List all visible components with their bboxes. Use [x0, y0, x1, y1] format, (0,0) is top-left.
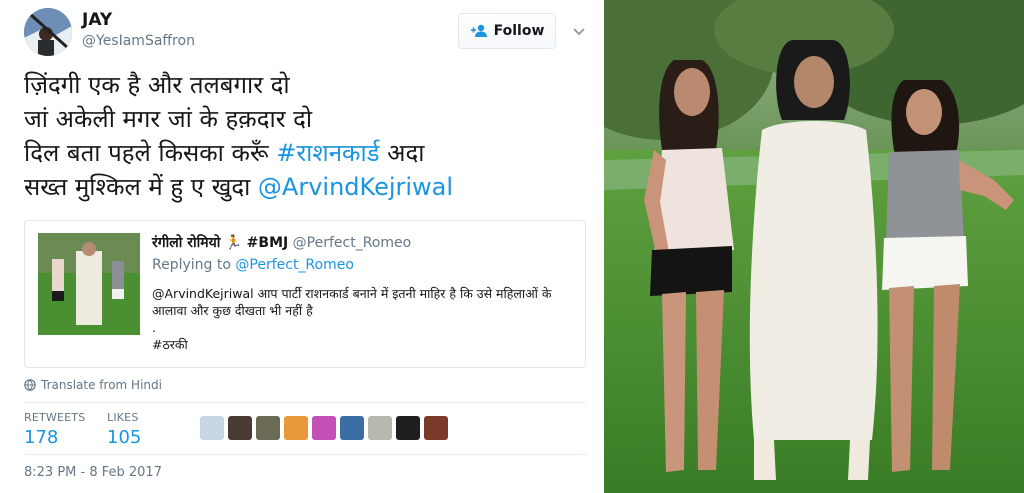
liker-avatar[interactable] [256, 416, 280, 440]
retweets-label: RETWEETS [24, 411, 86, 424]
runner-emoji: 🏃 [224, 235, 243, 251]
tweet-line-4: सख्त मुश्किल में हु ए खुदा @ArvindKejriw… [24, 170, 584, 204]
photo-image [604, 0, 1024, 493]
likes-label: LIKES [107, 411, 139, 424]
tweet-card: JAY @YesIamSaffron Follow ज़िंदगी एक है … [0, 0, 604, 493]
follow-button-label: Follow [493, 23, 545, 39]
quoted-tweet-thumbnail[interactable] [38, 233, 140, 335]
tweet-line-3: दिल बता पहले किसका करूँ #राशनकार्ड अदा [24, 136, 584, 170]
quoted-dot: . [152, 320, 156, 335]
quoted-author-row: रंगीलो रोमियो 🏃 #BMJ @Perfect_Romeo [152, 233, 411, 252]
tweet-line-4-text: सख्त मुश्किल में हु ए खुदा [24, 173, 251, 201]
quoted-line-2: आलावा और कुछ दीखता भी नहीं है [152, 303, 313, 318]
replying-to: Replying to @Perfect_Romeo [152, 257, 354, 273]
replying-to-prefix: Replying to [152, 257, 231, 273]
author-display-name[interactable]: JAY [82, 10, 112, 30]
replying-to-handle[interactable]: @Perfect_Romeo [235, 257, 354, 273]
likes-stat[interactable]: LIKES 105 [107, 411, 141, 448]
divider [24, 454, 586, 455]
quoted-author-tag[interactable]: #BMJ [247, 235, 289, 251]
tweet-line-2: जां अकेली मगर जां के हक़दार दो [24, 105, 313, 133]
author-avatar[interactable] [24, 8, 72, 56]
quoted-hashtag[interactable]: #ठरकी [152, 336, 572, 353]
tweet-line-1: ज़िंदगी एक है और तलबगार दो [24, 71, 290, 99]
globe-icon [24, 379, 36, 391]
hashtag-link[interactable]: #राशनकार्ड [276, 139, 379, 167]
follow-button[interactable]: Follow [458, 13, 556, 49]
tweet-text: ज़िंदगी एक है और तलबगार दो जां अकेली मगर… [24, 68, 584, 204]
avatar-image [24, 8, 72, 56]
quoted-mention[interactable]: @ArvindKejriwal [152, 286, 254, 301]
liker-avatar[interactable] [312, 416, 336, 440]
liker-avatar[interactable] [340, 416, 364, 440]
retweets-stat[interactable]: RETWEETS 178 [24, 411, 85, 448]
tweet-line-3-tail: अदा [387, 139, 425, 167]
mention-link[interactable]: @ArvindKejriwal [258, 173, 453, 201]
translate-link[interactable]: Translate from Hindi [24, 378, 162, 392]
author-handle[interactable]: @YesIamSaffron [82, 33, 195, 49]
quoted-tweet-text: @ArvindKejriwal आप पार्टी राशनकार्ड बनान… [152, 285, 572, 353]
add-user-icon [470, 24, 487, 37]
tweet-line-3-text: दिल बता पहले किसका करूँ [24, 139, 269, 167]
liker-avatar[interactable] [368, 416, 392, 440]
tweet-timestamp[interactable]: 8:23 PM - 8 Feb 2017 [24, 465, 162, 480]
chevron-down-icon[interactable] [568, 20, 590, 42]
liker-avatar[interactable] [200, 416, 224, 440]
liker-avatars [200, 416, 448, 440]
quoted-text-1: आप पार्टी राशनकार्ड बनाने में इतनी माहिर… [257, 286, 552, 301]
attached-photo[interactable] [604, 0, 1024, 493]
liker-avatar[interactable] [424, 416, 448, 440]
translate-label: Translate from Hindi [41, 378, 162, 392]
divider [24, 402, 586, 403]
liker-avatar[interactable] [396, 416, 420, 440]
quoted-line-1: @ArvindKejriwal आप पार्टी राशनकार्ड बनान… [152, 285, 572, 302]
quoted-author-handle[interactable]: @Perfect_Romeo [293, 235, 412, 251]
quoted-tweet[interactable]: रंगीलो रोमियो 🏃 #BMJ @Perfect_Romeo Repl… [24, 220, 586, 368]
retweets-count: 178 [24, 427, 59, 448]
liker-avatar[interactable] [228, 416, 252, 440]
likes-count: 105 [107, 427, 142, 448]
quoted-author-name[interactable]: रंगीलो रोमियो [152, 235, 220, 251]
liker-avatar[interactable] [284, 416, 308, 440]
